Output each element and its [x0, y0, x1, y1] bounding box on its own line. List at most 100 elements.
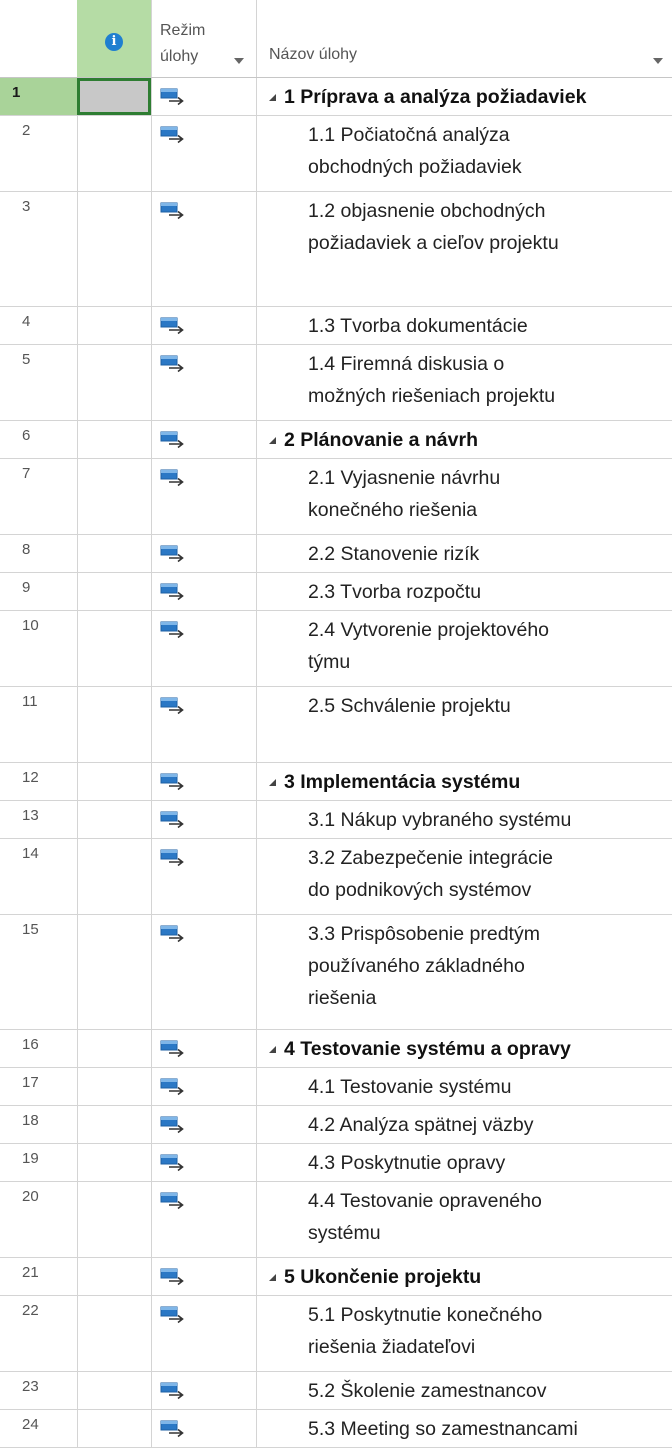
task-mode-cell[interactable]	[152, 192, 257, 306]
task-mode-cell[interactable]	[152, 1296, 257, 1371]
task-name-cell[interactable]: 3.3 Prispôsobenie predtým používaného zá…	[257, 915, 672, 1029]
row-number-cell[interactable]: 19	[0, 1144, 78, 1181]
indicators-cell[interactable]	[77, 78, 152, 115]
task-name-cell[interactable]: 4.3 Poskytnutie opravy	[257, 1144, 672, 1181]
indicators-column-header[interactable]: i	[77, 0, 151, 77]
indicators-cell[interactable]	[77, 687, 152, 762]
indicators-cell[interactable]	[77, 1144, 152, 1181]
collapse-triangle-icon[interactable]	[269, 1274, 276, 1281]
indicators-cell[interactable]	[77, 1106, 152, 1143]
indicators-cell[interactable]	[77, 801, 152, 838]
task-mode-cell[interactable]	[152, 535, 257, 572]
task-mode-cell[interactable]	[152, 611, 257, 686]
table-row[interactable]: 4 1.3 Tvorba dokumentácie	[0, 307, 672, 345]
task-name-cell[interactable]: 1 Príprava a analýza požiadaviek	[257, 78, 672, 115]
table-row[interactable]: 24 5.3 Meeting so zamestnancami	[0, 1410, 672, 1448]
row-number-cell[interactable]: 14	[0, 839, 78, 914]
table-row[interactable]: 15 3.3 Prispôsobenie predtým používaného …	[0, 915, 672, 1030]
task-mode-cell[interactable]	[152, 687, 257, 762]
task-mode-cell[interactable]	[152, 459, 257, 534]
task-mode-cell[interactable]	[152, 116, 257, 191]
task-mode-cell[interactable]	[152, 1372, 257, 1409]
table-row[interactable]: 9 2.3 Tvorba rozpočtu	[0, 573, 672, 611]
table-row[interactable]: 22 5.1 Poskytnutie konečného riešenia žia…	[0, 1296, 672, 1372]
table-row[interactable]: 10 2.4 Vytvorenie projektového týmu	[0, 611, 672, 687]
table-row[interactable]: 6 2 Plánovanie a návrh	[0, 421, 672, 459]
task-mode-cell[interactable]	[152, 421, 257, 458]
task-mode-cell[interactable]	[152, 1106, 257, 1143]
task-name-cell[interactable]: 5 Ukončenie projektu	[257, 1258, 672, 1295]
table-row[interactable]: 19 4.3 Poskytnutie opravy	[0, 1144, 672, 1182]
select-all-corner[interactable]	[0, 0, 77, 77]
task-name-cell[interactable]: 2 Plánovanie a návrh	[257, 421, 672, 458]
table-row[interactable]: 2 1.1 Počiatočná analýza obchodných požia…	[0, 116, 672, 192]
indicators-cell[interactable]	[77, 192, 152, 306]
task-name-cell[interactable]: 5.3 Meeting so zamestnancami	[257, 1410, 672, 1447]
table-row[interactable]: 1 1 Príprava a analýza požiadaviek	[0, 78, 672, 116]
row-number-cell[interactable]: 4	[0, 307, 78, 344]
table-row[interactable]: 21 5 Ukončenie projektu	[0, 1258, 672, 1296]
collapse-triangle-icon[interactable]	[269, 779, 276, 786]
task-name-cell[interactable]: 2.3 Tvorba rozpočtu	[257, 573, 672, 610]
row-number-cell[interactable]: 24	[0, 1410, 78, 1447]
table-row[interactable]: 3 1.2 objasnenie obchodných požiadaviek a…	[0, 192, 672, 307]
task-name-cell[interactable]: 4.2 Analýza spätnej väzby	[257, 1106, 672, 1143]
task-name-cell[interactable]: 2.5 Schválenie projektu	[257, 687, 672, 762]
task-mode-column-header[interactable]: Režim úlohy	[151, 0, 257, 77]
row-number-cell[interactable]: 17	[0, 1068, 78, 1105]
indicators-cell[interactable]	[77, 915, 152, 1029]
row-number-cell[interactable]: 11	[0, 687, 78, 762]
row-number-cell[interactable]: 21	[0, 1258, 78, 1295]
task-name-cell[interactable]: 5.2 Školenie zamestnancov	[257, 1372, 672, 1409]
row-number-cell[interactable]: 15	[0, 915, 78, 1029]
table-row[interactable]: 13 3.1 Nákup vybraného systému	[0, 801, 672, 839]
table-row[interactable]: 8 2.2 Stanovenie rizík	[0, 535, 672, 573]
table-row[interactable]: 18 4.2 Analýza spätnej väzby	[0, 1106, 672, 1144]
task-name-column-header[interactable]: Názov úlohy	[256, 0, 672, 77]
indicators-cell[interactable]	[77, 307, 152, 344]
task-name-cell[interactable]: 2.4 Vytvorenie projektového týmu	[257, 611, 672, 686]
row-number-cell[interactable]: 3	[0, 192, 78, 306]
row-number-cell[interactable]: 18	[0, 1106, 78, 1143]
task-mode-cell[interactable]	[152, 839, 257, 914]
indicators-cell[interactable]	[77, 1258, 152, 1295]
task-mode-cell[interactable]	[152, 1410, 257, 1447]
task-name-cell[interactable]: 1.1 Počiatočná analýza obchodných požiad…	[257, 116, 672, 191]
table-row[interactable]: 16 4 Testovanie systému a opravy	[0, 1030, 672, 1068]
row-number-cell[interactable]: 5	[0, 345, 78, 420]
row-number-cell[interactable]: 20	[0, 1182, 78, 1257]
indicators-cell[interactable]	[77, 1296, 152, 1371]
task-mode-cell[interactable]	[152, 1068, 257, 1105]
indicators-cell[interactable]	[77, 1410, 152, 1447]
row-number-cell[interactable]: 7	[0, 459, 78, 534]
row-number-cell[interactable]: 23	[0, 1372, 78, 1409]
collapse-triangle-icon[interactable]	[269, 94, 276, 101]
task-mode-cell[interactable]	[152, 1258, 257, 1295]
task-name-cell[interactable]: 4 Testovanie systému a opravy	[257, 1030, 672, 1067]
row-number-cell[interactable]: 10	[0, 611, 78, 686]
task-name-cell[interactable]: 3 Implementácia systému	[257, 763, 672, 800]
row-number-cell[interactable]: 13	[0, 801, 78, 838]
table-row[interactable]: 7 2.1 Vyjasnenie návrhu konečného riešeni…	[0, 459, 672, 535]
indicators-cell[interactable]	[77, 459, 152, 534]
table-row[interactable]: 23 5.2 Školenie zamestnancov	[0, 1372, 672, 1410]
task-mode-cell[interactable]	[152, 763, 257, 800]
task-name-cell[interactable]: 4.1 Testovanie systému	[257, 1068, 672, 1105]
indicators-cell[interactable]	[77, 1030, 152, 1067]
task-name-cell[interactable]: 2.2 Stanovenie rizík	[257, 535, 672, 572]
task-mode-cell[interactable]	[152, 915, 257, 1029]
indicators-cell[interactable]	[77, 763, 152, 800]
task-mode-cell[interactable]	[152, 1182, 257, 1257]
task-mode-cell[interactable]	[152, 1030, 257, 1067]
indicators-cell[interactable]	[77, 116, 152, 191]
chevron-down-icon[interactable]	[653, 58, 663, 64]
indicators-cell[interactable]	[77, 535, 152, 572]
row-number-cell[interactable]: 16	[0, 1030, 78, 1067]
row-number-cell[interactable]: 9	[0, 573, 78, 610]
indicators-cell[interactable]	[77, 1182, 152, 1257]
task-mode-cell[interactable]	[152, 1144, 257, 1181]
task-name-cell[interactable]: 1.4 Firemná diskusia o možných riešeniac…	[257, 345, 672, 420]
task-name-cell[interactable]: 4.4 Testovanie opraveného systému	[257, 1182, 672, 1257]
row-number-cell[interactable]: 2	[0, 116, 78, 191]
task-name-cell[interactable]: 3.2 Zabezpečenie integrácie do podnikový…	[257, 839, 672, 914]
